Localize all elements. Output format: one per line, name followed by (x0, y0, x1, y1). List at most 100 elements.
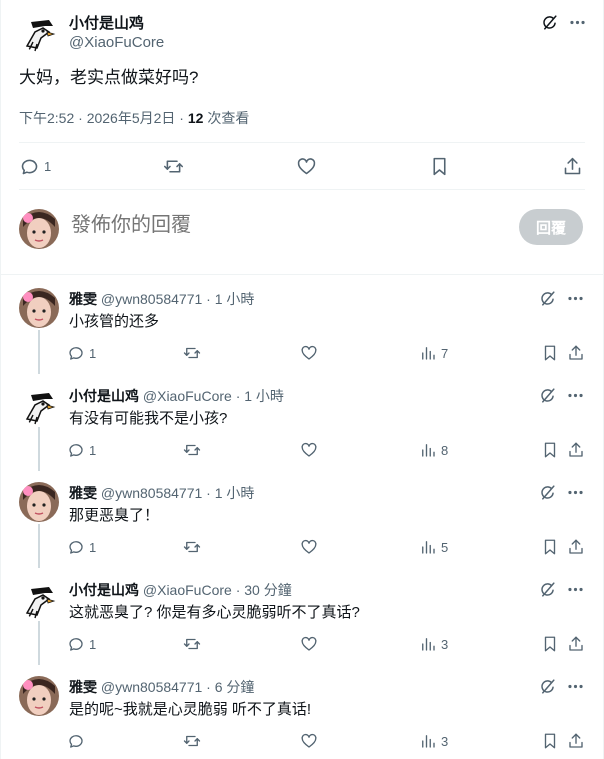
avatar-chicken[interactable] (19, 12, 59, 52)
retweet-button[interactable] (183, 344, 201, 362)
grok-icon[interactable] (537, 579, 557, 599)
analytics-icon (422, 541, 435, 554)
reply-author-handle[interactable]: @ywn80584771 (101, 291, 202, 307)
like-button[interactable] (300, 538, 318, 556)
bookmark-button[interactable] (541, 635, 559, 653)
views-button[interactable]: 3 (419, 635, 448, 653)
reply-count: 1 (89, 442, 97, 458)
share-button[interactable] (567, 635, 585, 653)
more-icon[interactable] (565, 676, 585, 696)
more-icon[interactable] (565, 288, 585, 308)
reply-text: 是的呢~我就是心灵脆弱 听不了真话! (69, 701, 312, 718)
views-button[interactable]: 3 (419, 732, 448, 750)
reply-author-name[interactable]: 小付是山鸡 (69, 388, 139, 404)
retweet-button[interactable] (183, 441, 201, 459)
views-count[interactable]: 12 (188, 110, 204, 126)
reply-item[interactable]: 雅雯 @ywn80584771 · 6 分鐘 是的呢~我就是心灵脆弱 听不了真话… (19, 664, 585, 759)
avatar-girl[interactable] (19, 676, 59, 716)
avatar-chicken[interactable] (19, 579, 59, 619)
tweet-text: 大妈，老实点做菜好吗? (19, 68, 199, 87)
like-button[interactable] (300, 635, 318, 653)
reply-item[interactable]: 雅雯 @ywn80584771 · 1 小時 那更恶臭了！ 1 5 (19, 470, 585, 567)
divider (1, 274, 603, 275)
reply-action-bar: 1 7 (67, 344, 585, 364)
avatar-girl[interactable] (19, 482, 59, 522)
avatar-chicken[interactable] (19, 385, 59, 425)
bookmark-button[interactable] (541, 344, 559, 362)
reply-author-handle[interactable]: @ywn80584771 (101, 485, 202, 501)
bookmark-icon (433, 157, 446, 175)
reply-count: 1 (89, 636, 97, 652)
author-handle[interactable]: @XiaoFuCore (69, 34, 164, 51)
reply-author-name[interactable]: 雅雯 (69, 291, 97, 307)
views-button[interactable]: 5 (419, 538, 448, 556)
grok-icon[interactable] (537, 288, 557, 308)
retweet-button[interactable] (183, 538, 201, 556)
views-button[interactable]: 8 (419, 441, 448, 459)
like-icon (297, 157, 316, 174)
retweet-button[interactable] (163, 156, 184, 177)
like-button[interactable] (300, 441, 318, 459)
share-button[interactable] (567, 441, 585, 459)
share-button[interactable] (567, 344, 585, 362)
reply-button[interactable]: 1 (67, 538, 96, 556)
reply-author-handle[interactable]: @ywn80584771 (101, 679, 202, 695)
reply-author-name[interactable]: 雅雯 (69, 485, 97, 501)
more-icon[interactable] (567, 12, 587, 32)
share-button[interactable] (567, 732, 585, 750)
share-button[interactable] (562, 156, 583, 177)
bookmark-button[interactable] (541, 538, 559, 556)
retweet-icon (183, 541, 201, 553)
like-icon (301, 539, 317, 554)
share-icon (569, 442, 583, 457)
reply-author-name[interactable]: 小付是山鸡 (69, 582, 139, 598)
reply-time[interactable]: · 30 分鐘 (232, 582, 292, 598)
more-icon[interactable] (565, 385, 585, 405)
reply-button[interactable]: 1 (67, 441, 96, 459)
grok-icon[interactable] (537, 482, 557, 502)
reply-item[interactable]: 雅雯 @ywn80584771 · 1 小時 小孩管的还多 1 7 (19, 276, 585, 373)
reply-header: 雅雯 @ywn80584771 · 6 分鐘 (69, 677, 254, 697)
bookmark-button[interactable] (541, 732, 559, 750)
grok-icon[interactable] (537, 676, 557, 696)
bookmark-button[interactable] (429, 156, 450, 177)
author-name[interactable]: 小付是山鸡 (69, 12, 144, 33)
share-button[interactable] (567, 538, 585, 556)
share-icon (564, 157, 581, 174)
like-button[interactable] (300, 732, 318, 750)
reply-time[interactable]: · 6 分鐘 (202, 679, 254, 695)
like-button[interactable] (300, 344, 318, 362)
reply-button[interactable] (67, 732, 89, 750)
reply-button[interactable]: 1 (19, 156, 51, 177)
grok-icon[interactable] (539, 12, 559, 32)
reply-author-handle[interactable]: @XiaoFuCore (143, 388, 232, 404)
reply-action-bar: 3 (67, 732, 585, 752)
reply-input[interactable] (71, 214, 451, 237)
bookmark-button[interactable] (541, 441, 559, 459)
more-icon[interactable] (565, 579, 585, 599)
reply-time[interactable]: · 1 小時 (202, 291, 254, 307)
grok-icon[interactable] (537, 385, 557, 405)
retweet-button[interactable] (183, 732, 201, 750)
bookmark-icon (544, 636, 556, 652)
reply-item[interactable]: 小付是山鸡 @XiaoFuCore · 1 小時 有没有可能我不是小孩? 1 8 (19, 373, 585, 470)
like-icon (301, 442, 317, 457)
reply-author-name[interactable]: 雅雯 (69, 679, 97, 695)
reply-count: 1 (44, 158, 52, 174)
avatar-self[interactable] (19, 209, 59, 249)
avatar-girl[interactable] (19, 288, 59, 328)
reply-time[interactable]: · 1 小時 (202, 485, 254, 501)
reply-item[interactable]: 小付是山鸡 @XiaoFuCore · 30 分鐘 这就恶臭了? 你是有多心灵脆… (19, 567, 585, 664)
share-icon (569, 636, 583, 651)
like-button[interactable] (296, 156, 317, 177)
views-button[interactable]: 7 (419, 344, 448, 362)
reply-button[interactable]: 1 (67, 344, 96, 362)
reply-time[interactable]: · 1 小時 (232, 388, 284, 404)
reply-submit-button[interactable]: 回覆 (519, 209, 583, 245)
reply-author-handle[interactable]: @XiaoFuCore (143, 582, 232, 598)
reply-button[interactable]: 1 (67, 635, 96, 653)
tweet-timestamp[interactable]: 下午2:52 · 2026年5月2日 · (19, 110, 188, 126)
retweet-button[interactable] (183, 635, 201, 653)
retweet-icon (183, 444, 201, 456)
more-icon[interactable] (565, 482, 585, 502)
